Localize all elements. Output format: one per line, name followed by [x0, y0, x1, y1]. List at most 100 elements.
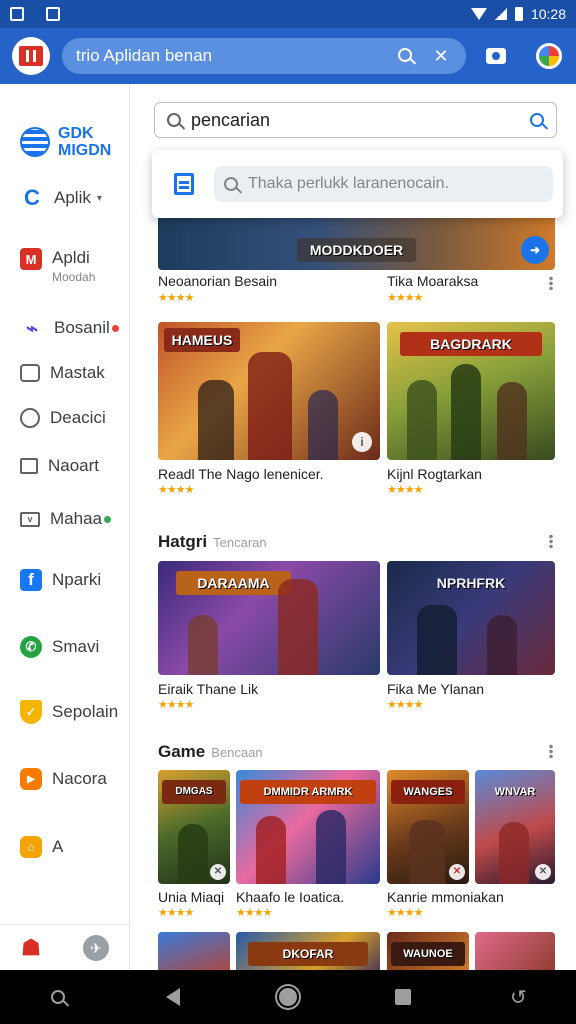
- brand-line-1: GDK: [58, 125, 94, 142]
- system-nav-bar: ↺: [0, 970, 576, 1024]
- game-tile[interactable]: NPRHFRK: [387, 561, 555, 675]
- game-tile[interactable]: DKOFAR: [236, 932, 380, 970]
- main-content: pencarian Thaka perlukk laranenocain. MO…: [140, 84, 576, 970]
- character-art: [198, 380, 234, 460]
- battery-icon: [514, 7, 523, 21]
- games-icon[interactable]: ☗: [21, 935, 41, 961]
- sidebar-item-label: Aplik: [54, 188, 91, 207]
- window-icon: [20, 458, 38, 474]
- character-art: [256, 816, 286, 884]
- close-icon[interactable]: ✕: [210, 864, 226, 880]
- game-title[interactable]: Khaafo le Ioatica.: [236, 889, 344, 905]
- game-title[interactable]: Fika Me Ylanan: [387, 681, 484, 697]
- circle-icon: [20, 408, 40, 428]
- section-title: Game: [158, 742, 206, 761]
- sidebar-item-sepolain[interactable]: ✓ Sepolain: [20, 700, 118, 724]
- sidebar-item-mastak[interactable]: Mastak: [20, 363, 105, 383]
- search-field[interactable]: pencarian: [154, 102, 557, 138]
- notification-dot: [111, 324, 119, 332]
- game-tile[interactable]: WNVAR ✕: [475, 770, 555, 884]
- suggestion-input[interactable]: Thaka perlukk laranenocain.: [214, 166, 553, 202]
- rating-stars: ★★★★: [158, 292, 194, 304]
- document-icon[interactable]: [174, 173, 194, 195]
- search-icon[interactable]: [46, 985, 70, 1009]
- game-tile[interactable]: WANGES ✕: [387, 770, 469, 884]
- game-tile[interactable]: DMGAS ✕: [158, 770, 230, 884]
- game-title[interactable]: Readl The Nago lenenicer.: [158, 466, 324, 482]
- sidebar-item-a[interactable]: ⌂ A: [20, 836, 63, 858]
- game-tile[interactable]: [158, 932, 230, 970]
- character-art: [497, 382, 527, 460]
- sidebar-item-bosanil[interactable]: ⌁ Bosanil: [20, 316, 119, 340]
- game-tile[interactable]: [475, 932, 555, 970]
- search-icon[interactable]: [394, 46, 416, 67]
- chevron-down-icon[interactable]: ▾: [97, 193, 102, 204]
- tile-banner: BAGDRARK: [400, 332, 542, 356]
- whatsapp-icon: ✆: [20, 636, 42, 658]
- status-bar: 10:28: [0, 0, 576, 28]
- clock: 10:28: [530, 6, 566, 22]
- game-tile[interactable]: DARAAMA: [158, 561, 380, 675]
- game-tile[interactable]: BAGDRARK: [387, 322, 555, 460]
- rating-stars: ★★★★: [236, 907, 272, 919]
- mail-icon: v: [20, 511, 40, 527]
- camera-icon[interactable]: [486, 48, 506, 64]
- home-icon: ⌂: [20, 836, 42, 858]
- game-tile[interactable]: HAMEUS i: [158, 322, 380, 460]
- more-options-icon[interactable]: [549, 744, 553, 758]
- sidebar-item-nparki[interactable]: f Nparki: [20, 569, 101, 591]
- app-bar: trio Aplidan benan ✕: [0, 28, 576, 84]
- sidebar-item-sublabel: Moodah: [52, 270, 96, 284]
- signal-icon: [494, 8, 507, 20]
- sidebar-item-nacora[interactable]: ▶ Nacora: [20, 768, 107, 790]
- back-button[interactable]: [161, 985, 185, 1009]
- game-tile[interactable]: WAUNOE: [387, 932, 469, 970]
- play-icon: ▶: [20, 768, 42, 790]
- tile-banner: HAMEUS: [164, 328, 240, 352]
- game-title[interactable]: Tika Moaraksa: [387, 273, 478, 289]
- avatar[interactable]: [536, 43, 562, 69]
- sidebar-item-apldi[interactable]: M Apldi Moodah: [20, 248, 95, 284]
- section-header: Hatgri Tencaran: [158, 532, 267, 552]
- globe-icon: [20, 127, 50, 157]
- game-title[interactable]: Eiraik Thane Lik: [158, 681, 258, 697]
- rotate-icon[interactable]: ↺: [506, 985, 530, 1009]
- character-art: [417, 605, 457, 675]
- suggestion-placeholder: Thaka perlukk laranenocain.: [248, 175, 450, 192]
- game-title[interactable]: Neoanorian Besain: [158, 273, 277, 289]
- character-art: [178, 824, 208, 884]
- screenshot-icon: [46, 7, 60, 21]
- sidebar-item-naoart[interactable]: Naoart: [20, 456, 99, 476]
- sidebar-item-mahaa[interactable]: v Mahaa: [20, 509, 111, 529]
- game-tile[interactable]: DMMIDR ARMRK: [236, 770, 380, 884]
- rating-stars: ★★★★: [387, 907, 423, 919]
- sidebar-item-aplik[interactable]: C Aplik ▾: [20, 185, 102, 210]
- info-icon[interactable]: i: [352, 432, 372, 452]
- compass-icon[interactable]: ✈: [82, 934, 109, 961]
- sidebar-item-deacici[interactable]: Deacici: [20, 408, 106, 428]
- rating-stars: ★★★★: [387, 484, 423, 496]
- game-title[interactable]: Unia Miaqi: [158, 889, 224, 905]
- character-art: [278, 579, 318, 675]
- app-logo[interactable]: [12, 37, 50, 75]
- search-submit-icon[interactable]: [530, 113, 544, 127]
- game-title[interactable]: Kanrie mmoniakan: [387, 889, 504, 905]
- character-art: [308, 390, 338, 460]
- home-button[interactable]: [276, 985, 300, 1009]
- rating-stars: ★★★★: [158, 484, 194, 496]
- sidebar-item-smavi[interactable]: ✆ Smavi: [20, 636, 99, 658]
- share-icon[interactable]: ➜: [521, 236, 549, 264]
- sidebar-item-label: Nparki: [52, 570, 102, 589]
- character-art: [487, 615, 517, 675]
- game-title[interactable]: Kijnl Rogtarkan: [387, 466, 482, 482]
- close-icon[interactable]: ✕: [449, 864, 465, 880]
- tile-banner: DKOFAR: [247, 942, 369, 966]
- character-art: [451, 364, 481, 460]
- close-icon[interactable]: ✕: [535, 864, 551, 880]
- clear-icon[interactable]: ✕: [430, 46, 452, 67]
- more-options-icon[interactable]: [549, 276, 553, 290]
- top-search-bar[interactable]: trio Aplidan benan ✕: [62, 38, 466, 74]
- sidebar-item-label: Naoart: [48, 456, 100, 475]
- more-options-icon[interactable]: [549, 534, 553, 548]
- recents-button[interactable]: [391, 985, 415, 1009]
